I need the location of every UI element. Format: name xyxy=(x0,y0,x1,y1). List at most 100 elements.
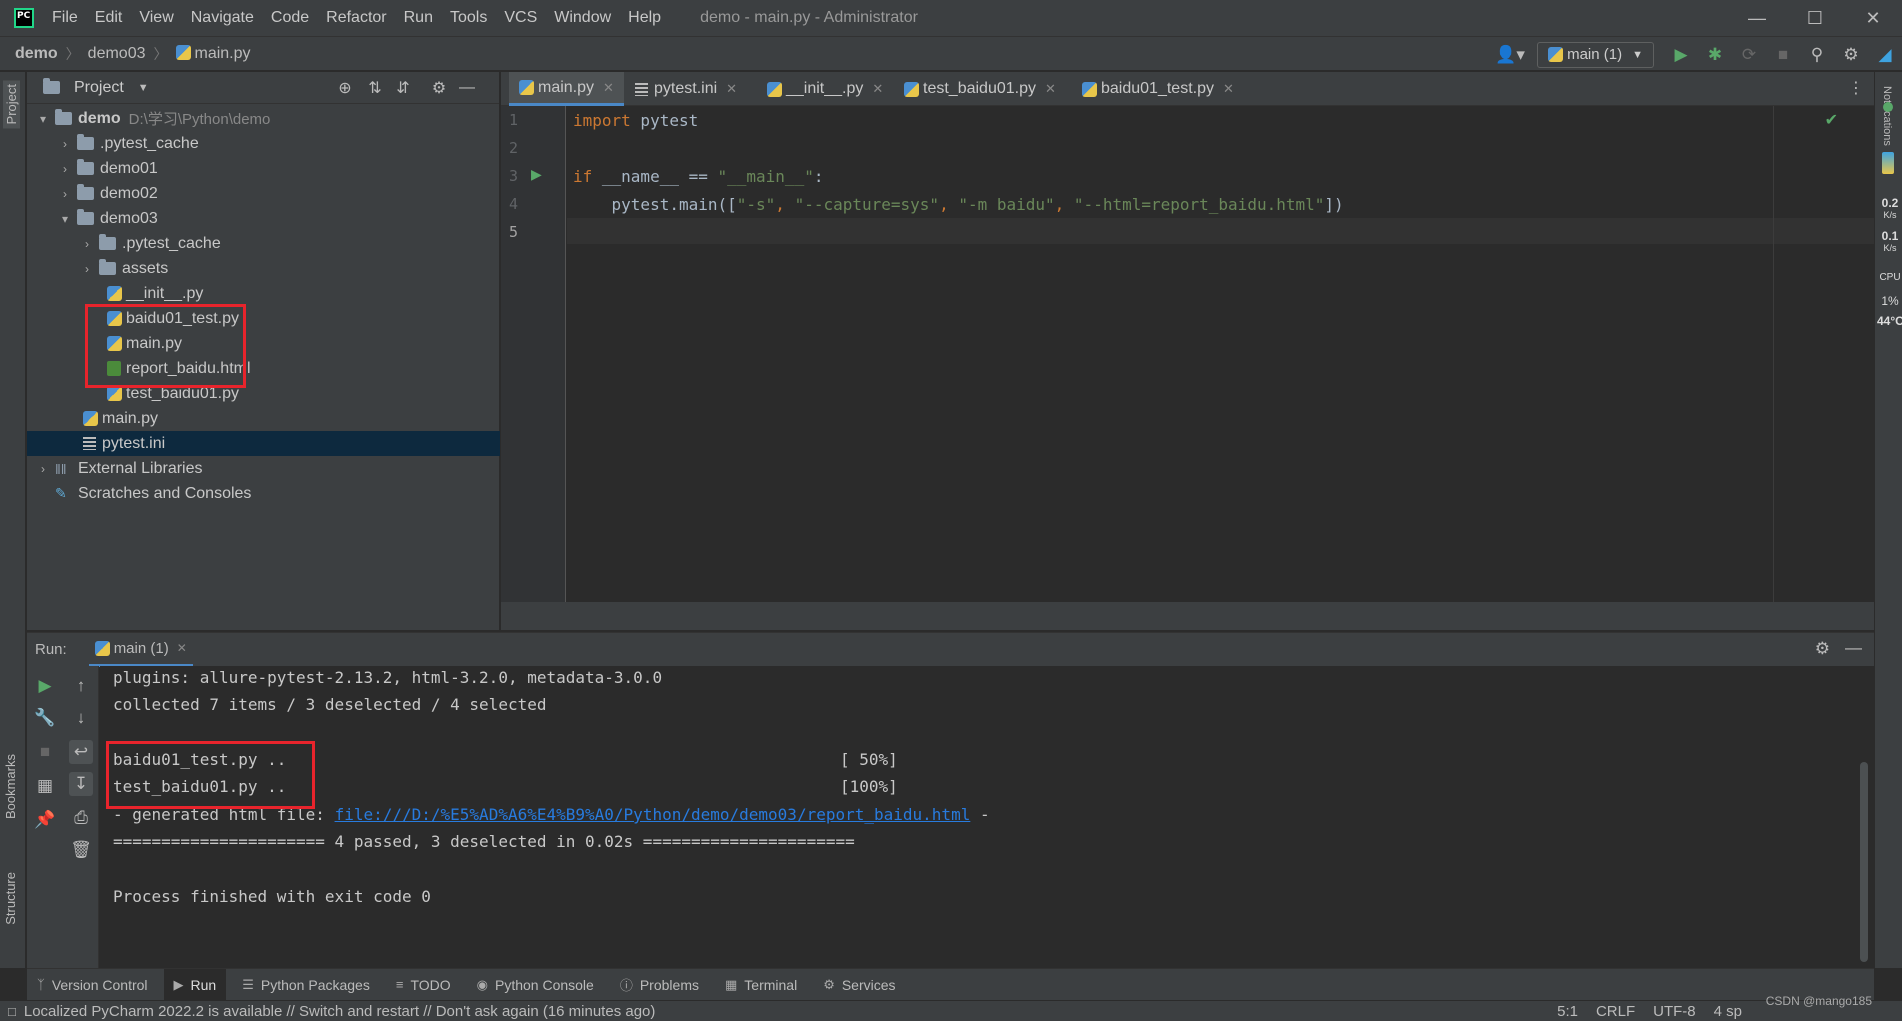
tree-item-demo03-pytest-cache[interactable]: › .pytest_cache xyxy=(27,231,500,256)
user-icon[interactable]: 👤▾ xyxy=(1493,38,1527,72)
print-icon[interactable]: ⎙ xyxy=(69,806,93,830)
close-icon[interactable]: ✕ xyxy=(1045,81,1056,97)
minimize-icon[interactable]: — xyxy=(1728,0,1786,36)
gear-icon[interactable]: ⚙ xyxy=(427,76,451,100)
menu-code[interactable]: Code xyxy=(271,9,309,27)
report-file-link[interactable]: file:///D:/%E5%AD%A6%E4%B9%A0/Python/dem… xyxy=(335,805,971,824)
tree-item-demo03-main-py[interactable]: main.py xyxy=(27,331,500,356)
menu-refactor[interactable]: Refactor xyxy=(326,9,386,27)
soft-wrap-icon[interactable]: ↩ xyxy=(69,740,93,764)
breadcrumb-demo03[interactable]: demo03 xyxy=(88,45,146,63)
menu-edit[interactable]: Edit xyxy=(95,9,123,27)
close-icon[interactable]: ✕ xyxy=(177,641,187,655)
tree-item-demo03[interactable]: ▾ demo03 xyxy=(27,206,500,231)
tree-item-baidu01-test-py[interactable]: baidu01_test.py xyxy=(27,306,500,331)
chevron-right-icon[interactable]: › xyxy=(57,187,73,201)
tab-todo[interactable]: ≡ TODO xyxy=(386,969,461,1001)
coverage-icon[interactable]: ⟳ xyxy=(1732,38,1766,72)
chevron-right-icon[interactable]: › xyxy=(79,262,95,276)
structure-tool-tab[interactable]: Structure xyxy=(3,872,18,925)
panel-toggle-icon[interactable]: □ xyxy=(8,1004,16,1019)
tree-item-report-baidu-html[interactable]: report_baidu.html xyxy=(27,356,500,381)
caret-position[interactable]: 5:1 xyxy=(1557,1003,1578,1020)
project-view-select[interactable]: Project xyxy=(74,79,124,97)
menu-vcs[interactable]: VCS xyxy=(504,9,537,27)
hide-icon[interactable]: — xyxy=(1845,638,1862,658)
arrow-down-icon[interactable]: ↓ xyxy=(69,706,93,730)
run-icon[interactable]: ▶ xyxy=(1664,38,1698,72)
stop-icon[interactable]: ■ xyxy=(33,740,57,764)
stop-icon[interactable]: ■ xyxy=(1766,38,1800,72)
tree-item-demo01[interactable]: › demo01 xyxy=(27,156,500,181)
gear-icon[interactable]: ⚙ xyxy=(1834,38,1868,72)
tree-item-pytest-ini[interactable]: pytest.ini xyxy=(27,431,500,456)
chevron-down-icon[interactable]: ▾ xyxy=(35,112,51,126)
project-tool-tab[interactable]: Project xyxy=(3,80,20,129)
status-message[interactable]: Localized PyCharm 2022.2 is available //… xyxy=(24,1003,656,1020)
menu-run[interactable]: Run xyxy=(404,9,433,27)
tab-main-py[interactable]: main.py ✕ xyxy=(509,72,624,106)
tree-item-main-py[interactable]: main.py xyxy=(27,406,500,431)
tab-problems[interactable]: ⓘ Problems xyxy=(610,969,709,1001)
chevron-down-icon[interactable]: ▾ xyxy=(57,212,73,226)
jetbrains-toolbox-icon[interactable]: ◢ xyxy=(1868,38,1902,72)
pin-icon[interactable]: 📌 xyxy=(33,808,57,832)
arrow-up-icon[interactable]: ↑ xyxy=(69,674,93,698)
chevron-right-icon[interactable]: › xyxy=(57,137,73,151)
console-scrollbar[interactable] xyxy=(1860,762,1868,962)
gear-icon[interactable]: ⚙ xyxy=(1815,639,1830,659)
tree-item-test-baidu01-py[interactable]: test_baidu01.py xyxy=(27,381,500,406)
menu-tools[interactable]: Tools xyxy=(450,9,487,27)
debug-icon[interactable]: ✱ xyxy=(1698,38,1732,72)
maximize-icon[interactable]: ☐ xyxy=(1786,0,1844,36)
tab-init-py[interactable]: __init__.py ✕ xyxy=(757,72,893,106)
layout-icon[interactable]: ▦ xyxy=(33,774,57,798)
file-encoding[interactable]: UTF-8 xyxy=(1653,1003,1696,1020)
tree-item-external-libraries[interactable]: › ‖‖ External Libraries xyxy=(27,456,500,481)
menu-view[interactable]: View xyxy=(139,9,173,27)
more-tabs-icon[interactable]: ⋮ xyxy=(1848,78,1864,98)
code-editor[interactable]: 1 2 3 4 5 ▶ import pytest if __name__ ==… xyxy=(501,106,1874,630)
tree-item-pytest-cache[interactable]: › .pytest_cache xyxy=(27,131,500,156)
indent-setting[interactable]: 4 sp xyxy=(1714,1003,1742,1020)
tree-item-scratches[interactable]: ✎ Scratches and Consoles xyxy=(27,481,500,506)
close-icon[interactable]: ✕ xyxy=(726,81,737,97)
bookmarks-tool-tab[interactable]: Bookmarks xyxy=(3,754,18,819)
locate-icon[interactable]: ⊕ xyxy=(333,76,357,100)
tab-baidu01-test-py[interactable]: baidu01_test.py ✕ xyxy=(1072,72,1244,106)
tree-item-init-py[interactable]: __init__.py xyxy=(27,281,500,306)
breadcrumb-main-py[interactable]: main.py xyxy=(175,44,251,63)
chevron-right-icon[interactable]: › xyxy=(35,462,51,476)
notifications-tool-tab[interactable]: Notifications xyxy=(1881,86,1893,146)
tab-pytest-ini[interactable]: pytest.ini ✕ xyxy=(625,72,747,106)
tree-item-assets[interactable]: › assets xyxy=(27,256,500,281)
breadcrumb-demo[interactable]: demo xyxy=(15,45,58,63)
tree-item-demo[interactable]: ▾ demo D:\学习\Python\demo xyxy=(27,106,500,131)
chevron-right-icon[interactable]: › xyxy=(57,162,73,176)
tab-terminal[interactable]: ▦ Terminal xyxy=(715,969,807,1001)
tab-python-console[interactable]: ◉ Python Console xyxy=(467,969,604,1001)
editor-horizontal-scrollbar[interactable] xyxy=(501,602,1874,630)
console-output[interactable]: plugins: allure-pytest-2.13.2, html-3.2.… xyxy=(100,666,1874,968)
scroll-to-end-icon[interactable]: ↧ xyxy=(69,772,93,796)
run-config-select[interactable]: main (1) ▼ xyxy=(1537,41,1654,68)
tree-item-demo02[interactable]: › demo02 xyxy=(27,181,500,206)
chevron-down-icon[interactable]: ▼ xyxy=(138,82,149,94)
tab-services[interactable]: ⚙ Services xyxy=(813,969,905,1001)
menu-help[interactable]: Help xyxy=(628,9,661,27)
trash-icon[interactable]: 🗑 xyxy=(69,838,93,862)
menu-window[interactable]: Window xyxy=(554,9,611,27)
menu-file[interactable]: File xyxy=(52,9,78,27)
menu-navigate[interactable]: Navigate xyxy=(191,9,254,27)
run-tab-main[interactable]: main (1) ✕ xyxy=(88,633,193,667)
expand-all-icon[interactable]: ⇅ xyxy=(363,76,387,100)
chevron-right-icon[interactable]: › xyxy=(79,237,95,251)
close-icon[interactable]: ✕ xyxy=(603,80,614,96)
tab-run[interactable]: ▶ Run xyxy=(163,968,227,1001)
search-icon[interactable]: ⚲ xyxy=(1800,38,1834,72)
close-icon[interactable]: ✕ xyxy=(872,81,883,97)
tab-version-control[interactable]: ᛉ Version Control xyxy=(27,969,158,1001)
line-separator[interactable]: CRLF xyxy=(1596,1003,1635,1020)
tab-python-packages[interactable]: ☰ Python Packages xyxy=(232,969,380,1001)
close-icon[interactable]: ✕ xyxy=(1223,81,1234,97)
